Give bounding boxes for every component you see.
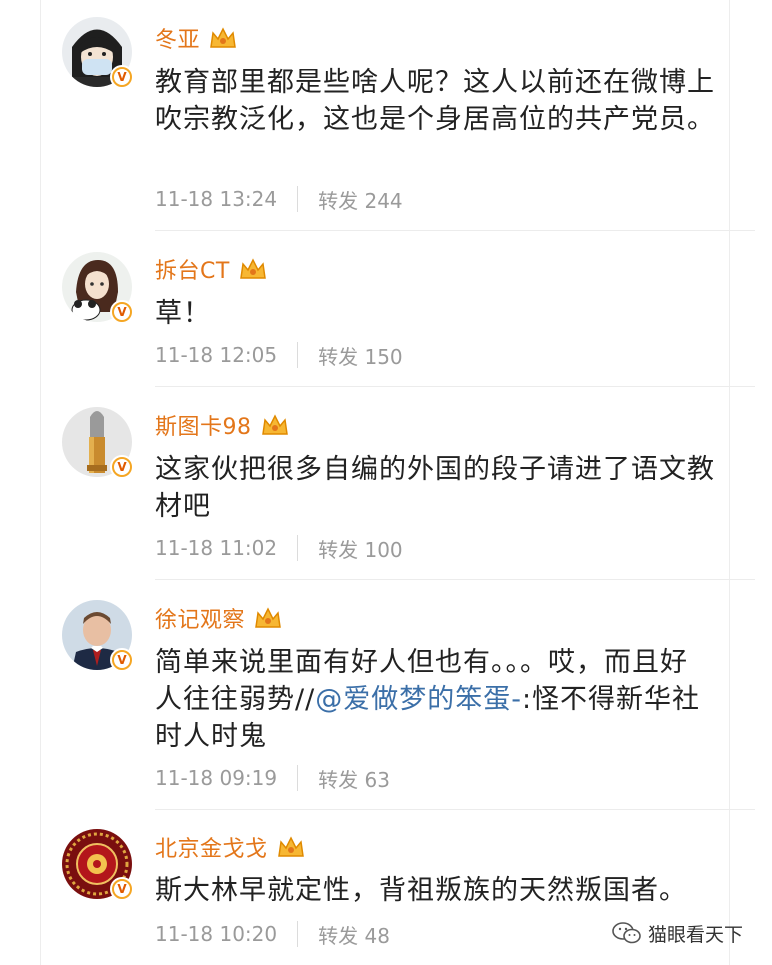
frame-line-left [40, 0, 41, 965]
comment-text: 草！ [155, 298, 211, 329]
repost-button[interactable]: 转发 100 [318, 534, 403, 563]
mention-link[interactable]: @爱做梦的笨蛋- [315, 684, 522, 715]
watermark-text: 猫眼看天下 [648, 923, 744, 946]
verified-badge-icon: V [110, 877, 134, 901]
username[interactable]: 斯图卡98 [155, 409, 252, 441]
meta-separator [297, 535, 299, 561]
repost-button[interactable]: 转发 63 [318, 764, 390, 793]
repost-button[interactable]: 转发 244 [318, 185, 403, 214]
repost-button[interactable]: 转发 150 [318, 341, 403, 370]
divider [155, 579, 755, 580]
username[interactable]: 拆台CT [155, 253, 230, 285]
timestamp: 11-18 10:20 [155, 922, 278, 946]
comment-text: 教育部里都是些啥人呢？这人以前还在微博上吹宗教泛化，这也是个身居高位的共产党员。 [155, 67, 715, 135]
verified-badge-icon: V [110, 65, 134, 89]
vip-crown-icon [253, 605, 283, 631]
wechat-icon [612, 921, 642, 945]
comment-text: 斯大林早就定性，背祖叛族的天然叛国者。 [155, 875, 687, 906]
divider [155, 230, 755, 231]
comment-text: 这家伙把很多自编的外国的段子请进了语文教材吧 [155, 454, 715, 522]
frame-line-right [729, 0, 730, 965]
avatar[interactable]: V [62, 600, 134, 672]
vip-crown-icon [260, 412, 290, 438]
timestamp: 11-18 11:02 [155, 536, 278, 560]
divider [155, 386, 755, 387]
comment-text: 简单来说里面有好人但也有。。。哎，而且好人往往弱势//@爱做梦的笨蛋-:怪不得新… [155, 647, 701, 752]
meta-separator [297, 765, 299, 791]
verified-badge-icon: V [110, 300, 134, 324]
meta-separator [297, 342, 299, 368]
username[interactable]: 冬亚 [155, 22, 200, 54]
vip-crown-icon [276, 834, 306, 860]
verified-badge-icon: V [110, 455, 134, 479]
avatar[interactable]: V [62, 252, 134, 324]
avatar[interactable]: V [62, 829, 134, 901]
repost-button[interactable]: 转发 48 [318, 920, 390, 949]
timestamp: 11-18 09:19 [155, 766, 278, 790]
verified-badge-icon: V [110, 648, 134, 672]
meta-separator [297, 921, 299, 947]
watermark: 猫眼看天下 [612, 917, 743, 949]
avatar[interactable]: V [62, 407, 134, 479]
divider [155, 809, 755, 810]
meta-separator [297, 186, 299, 212]
username[interactable]: 徐记观察 [155, 602, 245, 634]
avatar[interactable]: V [62, 17, 134, 89]
vip-crown-icon [238, 256, 268, 282]
vip-crown-icon [208, 25, 238, 51]
timestamp: 11-18 13:24 [155, 187, 278, 211]
username[interactable]: 北京金戈戈 [155, 831, 268, 863]
timestamp: 11-18 12:05 [155, 343, 278, 367]
